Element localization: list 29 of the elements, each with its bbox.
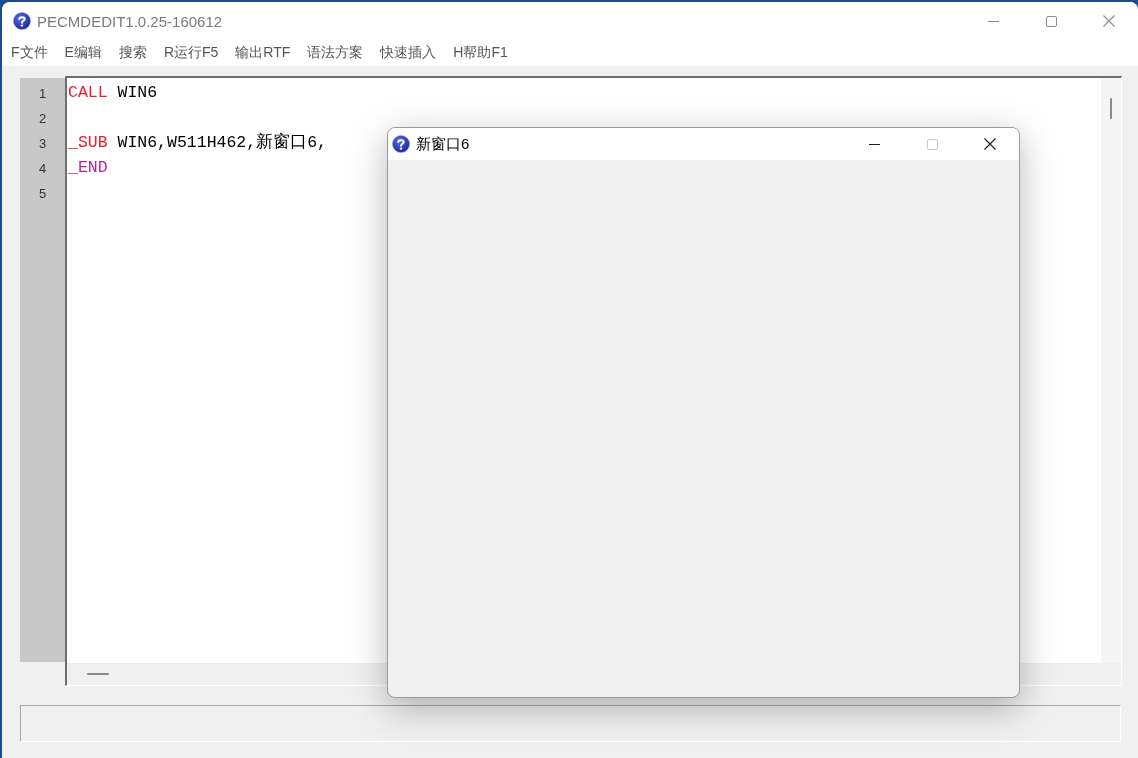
window-title: PECMDEDIT1.0.25-160612 xyxy=(37,12,223,30)
maximize-icon xyxy=(1045,15,1057,27)
help-icon xyxy=(392,135,410,153)
menu-item[interactable]: 输出RTF xyxy=(228,42,298,64)
menu-item[interactable]: 快速插入 xyxy=(373,42,444,64)
help-icon xyxy=(13,12,31,30)
line-number: 1 xyxy=(38,85,47,103)
line-number: 5 xyxy=(38,185,47,203)
code-line: _END xyxy=(68,157,108,179)
dialog-title: 新窗口6 xyxy=(416,134,470,154)
vertical-scrollbar[interactable] xyxy=(1101,78,1121,663)
minimize-icon xyxy=(868,143,880,145)
code-line: _SUB WIN6,W511H462,新窗口6, xyxy=(68,131,327,154)
menu-item[interactable]: R运行F5 xyxy=(156,42,226,64)
menu-item[interactable]: F文件 xyxy=(4,42,55,64)
menu-item[interactable]: E编辑 xyxy=(57,42,109,64)
close-icon xyxy=(984,138,996,150)
menu-item[interactable]: 语法方案 xyxy=(300,42,371,64)
line-number: 3 xyxy=(38,135,47,153)
menu-item[interactable]: 搜索 xyxy=(111,42,154,64)
scrollbar-thumb[interactable] xyxy=(1110,98,1112,119)
code-line: CALL WIN6 xyxy=(68,82,158,104)
menu-item[interactable]: H帮助F1 xyxy=(446,42,515,64)
close-icon xyxy=(1103,15,1115,27)
maximize-icon xyxy=(926,138,938,150)
scrollbar-thumb[interactable] xyxy=(87,673,109,675)
line-number: 2 xyxy=(38,110,47,128)
line-number: 4 xyxy=(38,160,47,178)
minimize-icon xyxy=(987,20,999,22)
